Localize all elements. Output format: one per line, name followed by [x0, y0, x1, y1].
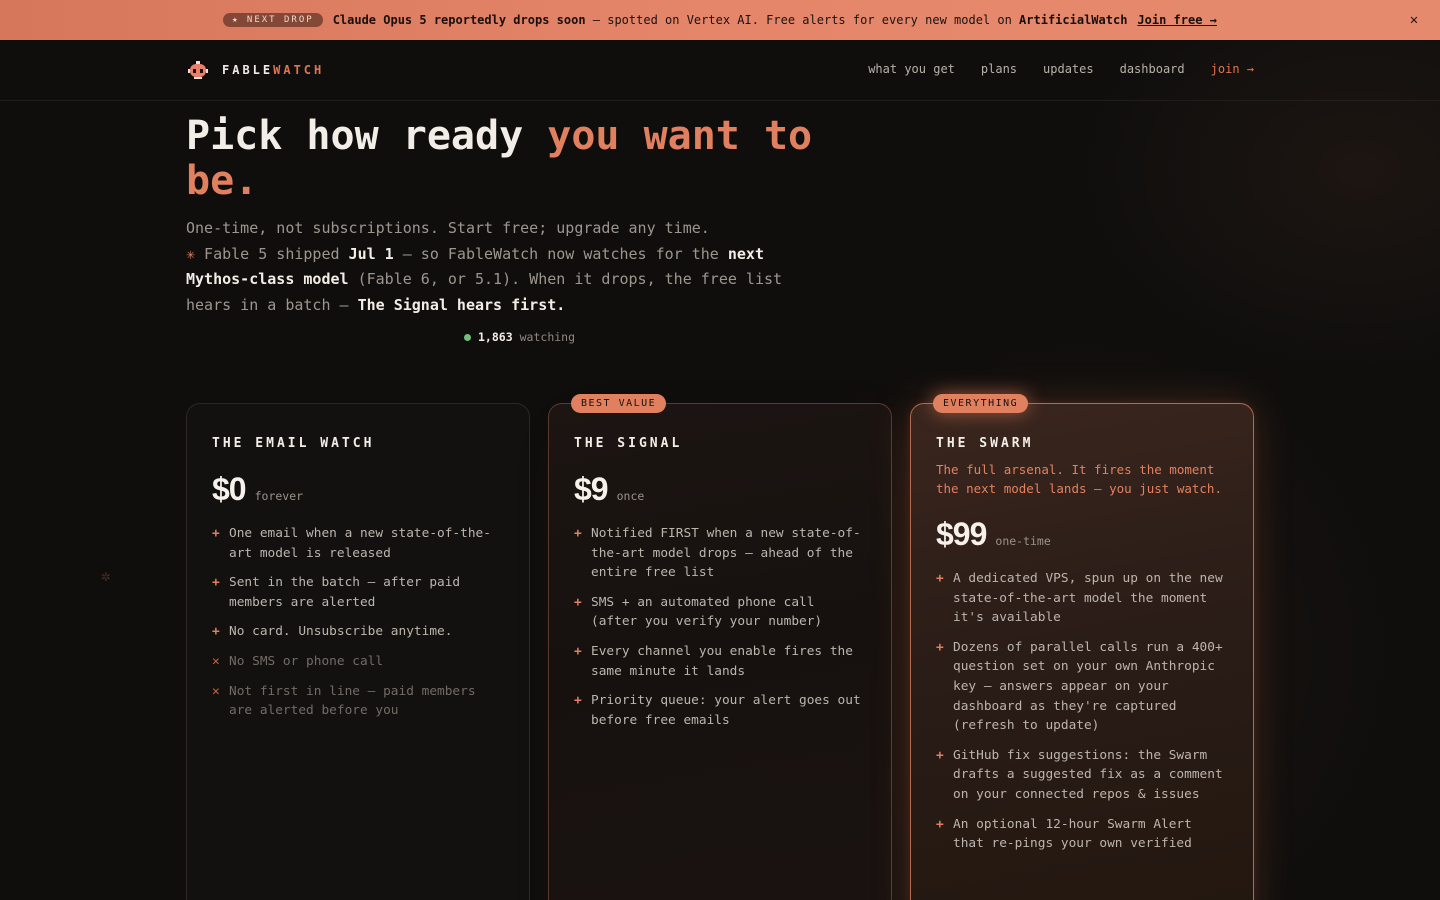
everything-badge: EVERYTHING: [933, 394, 1029, 413]
plan-price: $99 one-time: [936, 516, 1228, 553]
online-dot-icon: [464, 333, 471, 341]
plus-icon: +: [936, 639, 944, 655]
plan-card-swarm: EVERYTHING THE SWARM The full arsenal. I…: [910, 394, 1254, 900]
feature-text: Sent in the batch — after paid members a…: [229, 575, 461, 610]
list-item: + No card. Unsubscribe anytime.: [212, 622, 504, 642]
top-nav: FABLEWATCH what you get plans updates da…: [0, 40, 1440, 101]
hero-signal-first: The Signal hears first.: [357, 295, 566, 314]
plan-card-signal: BEST VALUE THE SIGNAL $9 once + Notified …: [548, 394, 892, 900]
hero-text-a: Fable 5 shipped: [195, 244, 349, 263]
list-item: + An optional 12-hour Swarm Alert that re…: [936, 815, 1228, 854]
price-period: one-time: [995, 534, 1051, 548]
plan-title: THE SIGNAL: [574, 436, 683, 451]
announcement-banner: ★ NEXT DROP Claude Opus 5 reportedly dro…: [0, 0, 1440, 40]
plus-icon: +: [212, 624, 220, 640]
feature-text: No SMS or phone call: [229, 653, 384, 669]
list-item: + One email when a new state-of-the-art m…: [212, 524, 504, 563]
plus-icon: +: [936, 747, 944, 763]
price-period: once: [616, 489, 645, 503]
robot-logo-icon: [188, 61, 208, 79]
price-amount: $0: [212, 471, 247, 507]
price-period: forever: [254, 489, 304, 503]
list-item: ✕ Not first in line — paid members are al…: [212, 682, 504, 721]
list-item: + Priority queue: your alert goes out bef…: [574, 691, 866, 730]
asterisk-icon: ✳: [186, 244, 196, 263]
list-item: + Notified FIRST when a new state-of-the-…: [574, 524, 866, 583]
feature-list: + Notified FIRST when a new state-of-the-…: [574, 524, 866, 730]
nav-join[interactable]: join →: [1211, 62, 1254, 76]
banner-text: Claude Opus 5 reportedly drops soon — sp…: [333, 13, 1128, 27]
feature-text: A dedicated VPS, spun up on the new stat…: [953, 571, 1223, 626]
watching-counter: 1,863 watching: [464, 330, 575, 344]
feature-text: An optional 12-hour Swarm Alert that re-…: [953, 816, 1192, 852]
nav-updates[interactable]: updates: [1043, 62, 1094, 76]
plan-description: The full arsenal. It fires the moment th…: [936, 462, 1222, 496]
list-item: + A dedicated VPS, spun up on the new sta…: [936, 569, 1228, 628]
watching-count: 1,863: [478, 330, 513, 344]
list-item: + Every channel you enable fires the same…: [574, 642, 866, 681]
plus-icon: +: [212, 575, 220, 591]
title-part-a: Pick how ready: [186, 113, 548, 159]
plus-icon: +: [574, 594, 582, 610]
feature-text: No card. Unsubscribe anytime.: [229, 624, 453, 640]
plus-icon: +: [574, 693, 582, 709]
gear-icon: ✲: [101, 566, 111, 585]
plus-icon: +: [212, 526, 220, 541]
feature-text: SMS + an automated phone call (after you…: [591, 594, 823, 630]
nav-what-you-get[interactable]: what you get: [868, 62, 955, 76]
logo[interactable]: FABLEWATCH: [188, 60, 324, 80]
nav-links: what you get plans updates dashboard joi…: [868, 62, 1254, 76]
list-item: + Sent in the batch — after paid members …: [212, 573, 504, 612]
close-icon[interactable]: ✕: [1404, 10, 1424, 30]
list-item: + GitHub fix suggestions: the Swarm draft…: [936, 746, 1228, 805]
feature-text: Not first in line — paid members are ale…: [229, 683, 476, 719]
list-item: + SMS + an automated phone call (after yo…: [574, 593, 866, 632]
price-amount: $99: [936, 516, 987, 552]
hero-text-b: — so FableWatch now watches for the: [393, 244, 728, 263]
plan-title: THE SWARM: [936, 436, 1034, 451]
feature-text: Priority queue: your alert goes out befo…: [591, 693, 861, 728]
brand-name-part-a: FABLE: [222, 63, 274, 77]
banner-middle-text: — spotted on Vertex AI. Free alerts for …: [585, 13, 1020, 27]
feature-text: Notified FIRST when a new state-of-the-a…: [591, 526, 861, 581]
banner-headline: Claude Opus 5 reportedly drops soon: [332, 13, 586, 27]
feature-list: + A dedicated VPS, spun up on the new sta…: [936, 569, 1228, 854]
hero-line-1: One-time, not subscriptions. Start free;…: [186, 219, 710, 237]
x-icon: ✕: [212, 653, 220, 669]
page-title: Pick how ready you want to be.: [186, 114, 826, 204]
feature-list: + One email when a new state-of-the-art m…: [212, 524, 504, 721]
hero-line-2: ✳ Fable 5 shipped Jul 1 — so FableWatch …: [186, 242, 796, 319]
brand-name: FABLEWATCH: [222, 63, 324, 77]
watching-label: watching: [519, 330, 576, 344]
brand-name-part-b: WATCH: [273, 63, 325, 77]
plan-card-email-watch: THE EMAIL WATCH $0 forever + One email wh…: [186, 403, 530, 900]
nav-dashboard[interactable]: dashboard: [1120, 62, 1185, 76]
nav-plans[interactable]: plans: [981, 62, 1017, 76]
x-icon: ✕: [212, 683, 220, 699]
plan-title: THE EMAIL WATCH: [212, 436, 375, 451]
plan-price: $0 forever: [212, 471, 504, 508]
hero-date: Jul 1: [348, 244, 394, 263]
feature-text: GitHub fix suggestions: the Swarm drafts…: [953, 747, 1223, 802]
next-drop-pill: ★ NEXT DROP: [223, 13, 323, 27]
feature-text: Every channel you enable fires the same …: [591, 643, 853, 679]
plus-icon: +: [574, 526, 582, 541]
hero-description: One-time, not subscriptions. Start free;…: [186, 216, 796, 318]
feature-text: Dozens of parallel calls run a 400+ ques…: [953, 639, 1223, 734]
feature-text: One email when a new state-of-the-art mo…: [229, 526, 491, 561]
plus-icon: +: [936, 571, 944, 586]
list-item: + Dozens of parallel calls run a 400+ que…: [936, 638, 1228, 736]
best-value-badge: BEST VALUE: [571, 394, 667, 413]
plus-icon: +: [574, 643, 582, 659]
plan-price: $9 once: [574, 471, 866, 508]
banner-brand: ArtificialWatch: [1019, 13, 1128, 27]
banner-join-link[interactable]: Join free →: [1137, 13, 1216, 27]
list-item: ✕ No SMS or phone call: [212, 652, 504, 672]
plus-icon: +: [936, 816, 944, 832]
price-amount: $9: [574, 471, 609, 507]
